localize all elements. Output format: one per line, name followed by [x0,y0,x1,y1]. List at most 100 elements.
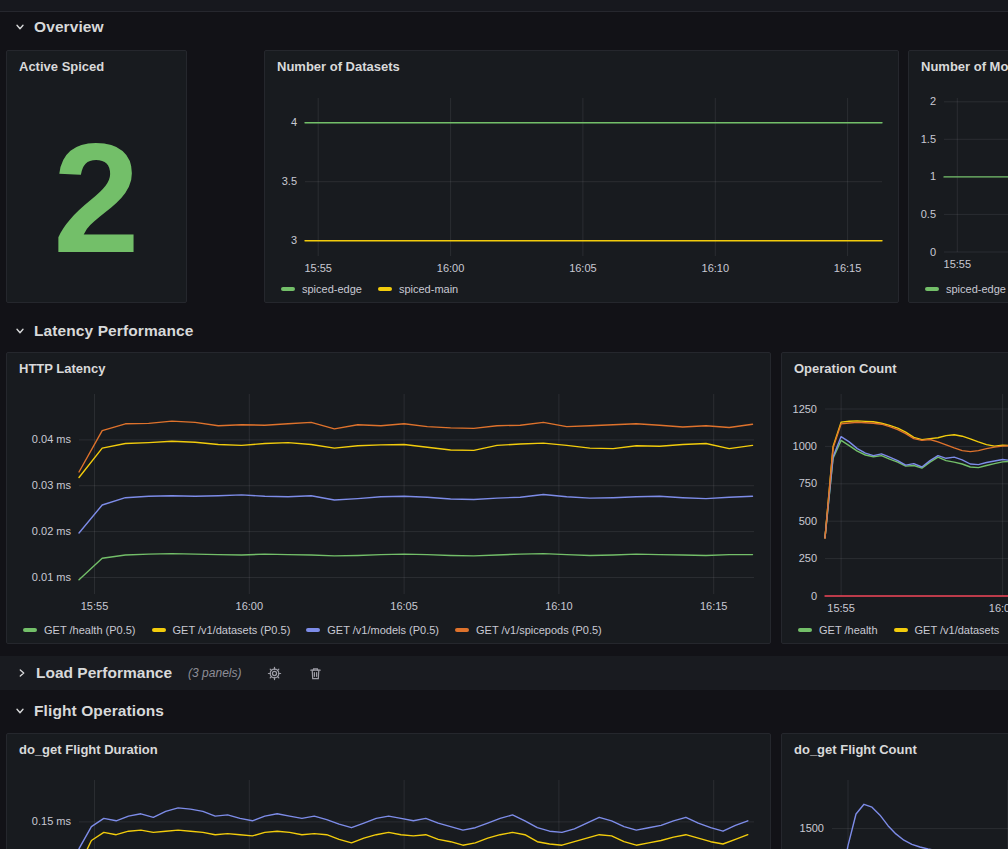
svg-text:15:55: 15:55 [81,600,109,612]
svg-text:0.15 ms: 0.15 ms [32,815,72,827]
svg-text:0.01 ms: 0.01 ms [32,571,72,583]
svg-text:0: 0 [930,246,936,258]
legend-series-dash [23,628,37,632]
legend-series-dash [798,628,812,632]
section-overview-label: Overview [34,18,104,36]
panel-title-active-spiced[interactable]: Active Spiced [7,51,186,81]
svg-text:15:55: 15:55 [944,258,972,270]
panel-operation-count: Operation Count 15:5516:0016:0516:1016:1… [781,352,1008,644]
legend-series-label: GET /v1/datasets [915,624,1000,636]
panel-title-number-of-datasets[interactable]: Number of Datasets [265,51,898,81]
svg-text:250: 250 [799,552,817,564]
legend-item[interactable]: GET /v1/spicepods (P0.5) [455,624,602,636]
svg-text:0.02 ms: 0.02 ms [32,525,72,537]
svg-text:16:05: 16:05 [569,262,597,274]
panel-title-flight-count[interactable]: do_get Flight Count [782,734,1008,764]
legend-http-latency: GET /health (P0.5) GET /v1/datasets (P0.5… [7,617,770,643]
svg-text:1000: 1000 [793,440,817,452]
legend-series-dash [925,287,939,291]
section-flight-label: Flight Operations [34,702,164,720]
legend-series-label: spiced-main [399,283,458,295]
svg-text:1250: 1250 [793,403,817,415]
svg-text:1.5: 1.5 [921,133,936,145]
svg-text:3.5: 3.5 [282,175,297,187]
legend-series-dash [281,287,295,291]
panel-number-of-datasets: Number of Datasets 15:55 16:00 16:05 16:10 1… [264,50,899,303]
legend-series-dash [152,628,166,632]
panel-do-get-flight-count: do_get Flight Count 15:5516:0016:0516:10… [781,733,1008,849]
svg-text:0.5: 0.5 [921,208,936,220]
svg-text:16:15: 16:15 [700,600,728,612]
legend-series-dash [306,628,320,632]
section-load-label: Load Performance [36,664,172,682]
svg-text:2: 2 [930,95,936,107]
chart-http-latency: 15:55 16:00 16:05 16:10 16:15 0.01 ms 0.02 ms 0… [7,383,770,617]
chevron-down-icon [14,21,26,33]
svg-text:15:55: 15:55 [304,262,332,274]
panel-title-http-latency[interactable]: HTTP Latency [7,353,770,383]
legend-series-dash [455,628,469,632]
legend-series-label: GET /health [819,624,878,636]
legend-item[interactable]: GET /health [798,624,878,636]
legend-series-label: spiced-edge [946,283,1006,295]
chart-number-of-datasets: 15:5516:0016:0516:1016:1533.54 [265,81,898,276]
legend-item[interactable]: GET /health (P0.5) [23,624,136,636]
legend-item[interactable]: spiced-edge [925,283,1006,295]
panel-number-of-models: Number of Models 15:5516:0016:0516:1016:… [908,50,1008,303]
legend-number-of-datasets: spiced-edge spiced-main [265,276,898,302]
gear-icon[interactable] [267,666,282,681]
chevron-down-icon [14,705,26,717]
panel-http-latency: HTTP Latency 15:55 16:00 16:05 16:10 16:15 0.… [6,352,771,644]
legend-number-of-models: spiced-edge [909,276,1008,302]
legend-series-label: GET /v1/spicepods (P0.5) [476,624,602,636]
top-bar [0,0,1008,12]
legend-operation-count: GET /healthGET /v1/datasetsGET /v1/model… [782,617,1008,643]
trash-icon[interactable] [308,666,323,681]
svg-text:16:00: 16:00 [437,262,465,274]
svg-text:0: 0 [811,590,817,602]
section-load-performance[interactable]: Load Performance (3 panels) [0,656,1008,690]
section-flight-operations[interactable]: Flight Operations [14,699,164,723]
svg-text:750: 750 [799,477,817,489]
grafana-dashboard: Overview Active Spiced 2 Number of Datas… [0,0,1008,849]
stat-active-spiced-value: 2 [7,81,186,302]
chart-operation-count: 15:5516:0016:0516:1016:15025050075010001… [782,383,1008,617]
legend-series-dash [378,287,392,291]
svg-text:16:00: 16:00 [989,602,1008,614]
svg-text:16:10: 16:10 [545,600,573,612]
chart-number-of-models: 15:5516:0016:0516:1016:1500.511.52 [909,81,1008,276]
panel-active-spiced: Active Spiced 2 [6,50,187,303]
svg-text:16:05: 16:05 [390,600,418,612]
svg-text:15:55: 15:55 [827,602,855,614]
svg-text:16:00: 16:00 [236,600,264,612]
svg-text:16:15: 16:15 [834,262,862,274]
panel-title-flight-duration[interactable]: do_get Flight Duration [7,734,770,764]
chart-flight-duration: 15:5516:0016:0516:1016:150.15 ms0.10 ms [7,764,770,849]
chevron-down-icon [14,325,26,337]
svg-text:1: 1 [930,170,936,182]
legend-item[interactable]: spiced-edge [281,283,362,295]
svg-text:3: 3 [291,234,297,246]
legend-item[interactable]: spiced-main [378,283,458,295]
svg-text:0.04 ms: 0.04 ms [32,433,72,445]
panel-title-operation-count[interactable]: Operation Count [782,353,1008,383]
legend-series-label: GET /v1/models (P0.5) [327,624,439,636]
panel-title-number-of-models[interactable]: Number of Models [909,51,1008,81]
svg-text:0.03 ms: 0.03 ms [32,479,72,491]
legend-item[interactable]: GET /v1/models (P0.5) [306,624,439,636]
legend-item[interactable]: GET /v1/datasets [894,624,1000,636]
panel-do-get-flight-duration: do_get Flight Duration 15:5516:0016:0516… [6,733,771,849]
section-latency-performance[interactable]: Latency Performance [14,319,194,343]
section-latency-label: Latency Performance [34,322,194,340]
svg-text:16:10: 16:10 [702,262,730,274]
legend-item[interactable]: GET /v1/datasets (P0.5) [152,624,291,636]
svg-text:500: 500 [799,515,817,527]
chart-flight-count: 15:5516:0016:0516:1016:1515001000 [782,764,1008,849]
legend-series-label: spiced-edge [302,283,362,295]
svg-text:1500: 1500 [800,822,824,834]
legend-series-dash [894,628,908,632]
legend-series-label: GET /health (P0.5) [44,624,136,636]
section-overview[interactable]: Overview [14,15,104,39]
chevron-right-icon [16,667,28,679]
section-load-panels-note: (3 panels) [188,666,241,680]
